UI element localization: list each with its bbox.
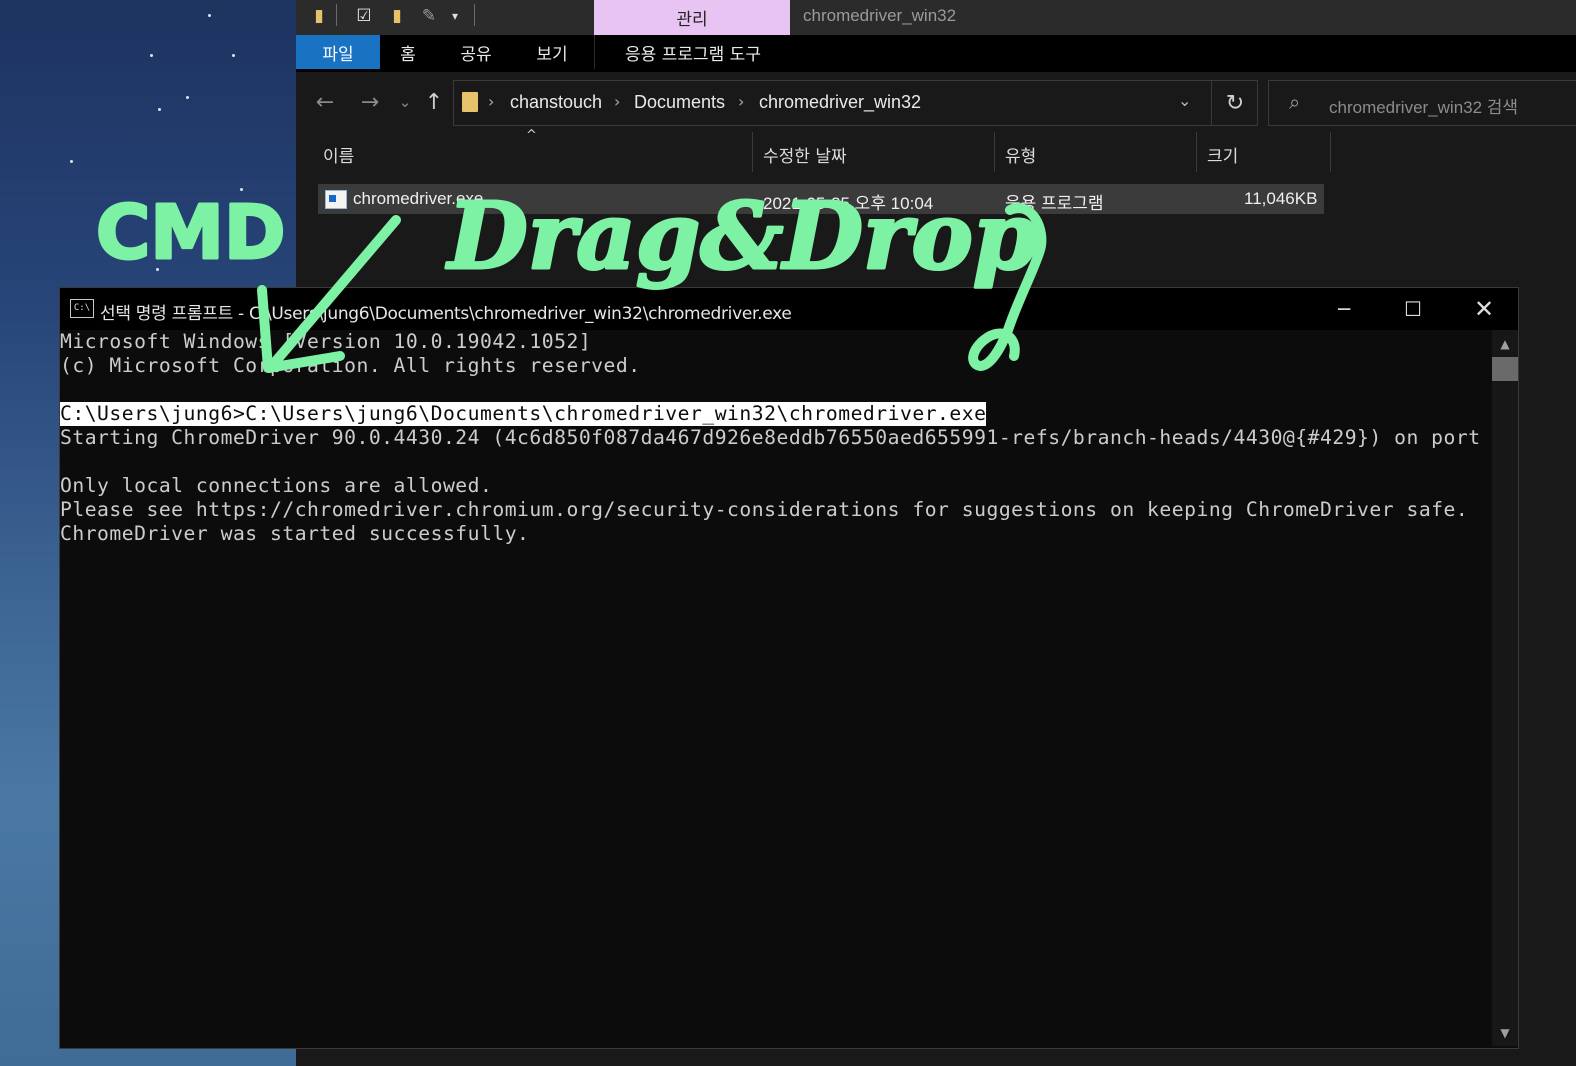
scroll-up-icon[interactable]: ▲	[1492, 333, 1518, 355]
column-divider[interactable]	[1196, 132, 1197, 172]
window-title: chromedriver_win32	[803, 6, 957, 25]
console-line: (c) Microsoft Corporation. All rights re…	[60, 354, 641, 377]
console-line: Starting ChromeDriver 90.0.4430.24 (4c6d…	[60, 426, 1492, 449]
console-line: Only local connections are allowed.	[60, 474, 493, 497]
minimize-icon[interactable]: ─	[1310, 288, 1378, 330]
scroll-down-icon[interactable]: ▼	[1492, 1022, 1518, 1044]
console-line: Please see https://chromedriver.chromium…	[60, 498, 1469, 521]
column-divider[interactable]	[752, 132, 753, 172]
properties-icon[interactable]: ☑	[353, 4, 375, 28]
console-line: ChromeDriver was started successfully.	[60, 522, 530, 545]
breadcrumb-chanstouch[interactable]: chanstouch	[510, 92, 602, 113]
cmd-icon: C:\	[70, 299, 94, 318]
file-type: 응용 프로그램	[1005, 194, 1104, 213]
divider	[474, 4, 475, 26]
new-folder-icon[interactable]: ▮	[386, 4, 408, 28]
folder-icon	[462, 92, 478, 112]
maximize-icon[interactable]: ☐	[1379, 288, 1447, 330]
pin-icon[interactable]: ✎	[418, 4, 440, 28]
scroll-thumb[interactable]	[1492, 357, 1518, 381]
forward-arrow-icon[interactable]: →	[357, 89, 383, 115]
chevron-right-icon[interactable]: ›	[488, 92, 494, 111]
breadcrumb-chromedriver-win32[interactable]: chromedriver_win32	[759, 92, 921, 113]
cmd-title-bar[interactable]: C:\ 선택 명령 프롬프트 - C:\Users\jung6\Document…	[60, 288, 1518, 330]
tab-share[interactable]: 공유	[446, 35, 506, 69]
breadcrumb-documents[interactable]: Documents	[634, 92, 725, 113]
quick-access-toolbar: ▮ ☑ ▮ ✎ ▾ 관리 chromedriver_win32	[296, 0, 1576, 35]
tab-app-tools[interactable]: 응용 프로그램 도구	[594, 35, 791, 69]
star	[150, 54, 153, 57]
folder-icon[interactable]: ▮	[308, 4, 330, 28]
command-prompt-window: C:\ 선택 명령 프롬프트 - C:\Users\jung6\Document…	[59, 287, 1519, 1049]
application-icon	[325, 190, 347, 209]
file-date: 2021-05-25 오후 10:04	[763, 194, 934, 213]
column-name[interactable]: 이름	[323, 142, 354, 167]
console-line-selected: C:\Users\jung6>C:\Users\jung6\Documents\…	[60, 402, 987, 426]
console-output[interactable]: Microsoft Windows [Version 10.0.19042.10…	[60, 330, 1492, 1046]
search-placeholder: chromedriver_win32 검색	[1329, 98, 1519, 117]
tab-home[interactable]: 홈	[386, 35, 430, 69]
navigation-bar: ← → ⌄ ↑ › chanstouch › Documents › chrom…	[296, 72, 1576, 132]
back-arrow-icon[interactable]: ←	[312, 89, 338, 115]
star	[70, 160, 73, 163]
divider	[336, 4, 337, 26]
column-date-modified[interactable]: 수정한 날짜	[763, 142, 847, 167]
cmd-window-title: 선택 명령 프롬프트 - C:\Users\jung6\Documents\ch…	[100, 304, 792, 324]
star	[186, 96, 189, 99]
file-name: chromedriver.exe	[353, 189, 484, 208]
search-box[interactable]: ⌕ chromedriver_win32 검색	[1268, 80, 1576, 126]
ribbon-tabs: 파일 홈 공유 보기 응용 프로그램 도구	[296, 35, 1576, 72]
vertical-scrollbar[interactable]: ▲ ▼	[1492, 330, 1518, 1046]
address-bar[interactable]: › chanstouch › Documents › chromedriver_…	[453, 80, 1258, 126]
star	[158, 108, 161, 111]
tab-manage[interactable]: 관리	[594, 0, 790, 35]
star	[208, 14, 211, 17]
sort-ascending-icon: ^	[526, 128, 537, 143]
customize-toolbar-icon[interactable]: ▾	[444, 4, 466, 28]
close-icon[interactable]: ✕	[1450, 288, 1518, 330]
recent-locations-chevron-icon[interactable]: ⌄	[392, 89, 418, 115]
up-arrow-icon[interactable]: ↑	[421, 89, 447, 115]
column-size[interactable]: 크기	[1207, 142, 1238, 167]
console-line: Microsoft Windows [Version 10.0.19042.10…	[60, 330, 592, 353]
tab-view[interactable]: 보기	[522, 35, 582, 69]
refresh-icon[interactable]: ↻	[1211, 81, 1258, 125]
column-divider[interactable]	[994, 132, 995, 172]
search-icon: ⌕	[1289, 90, 1301, 114]
star	[240, 188, 243, 191]
chevron-right-icon[interactable]: ›	[614, 92, 620, 111]
file-size: 11,046KB	[1244, 189, 1318, 208]
chevron-down-icon[interactable]: ⌄	[1178, 91, 1191, 110]
star	[232, 54, 235, 57]
tab-file[interactable]: 파일	[296, 35, 380, 69]
column-divider[interactable]	[1330, 132, 1331, 172]
column-type[interactable]: 유형	[1005, 142, 1036, 167]
file-row[interactable]: chromedriver.exe 2021-05-25 오후 10:04 응용 …	[318, 184, 1324, 214]
column-headers: ^ 이름 수정한 날짜 유형 크기	[296, 128, 1576, 176]
chevron-right-icon[interactable]: ›	[738, 92, 744, 111]
star	[156, 268, 159, 271]
